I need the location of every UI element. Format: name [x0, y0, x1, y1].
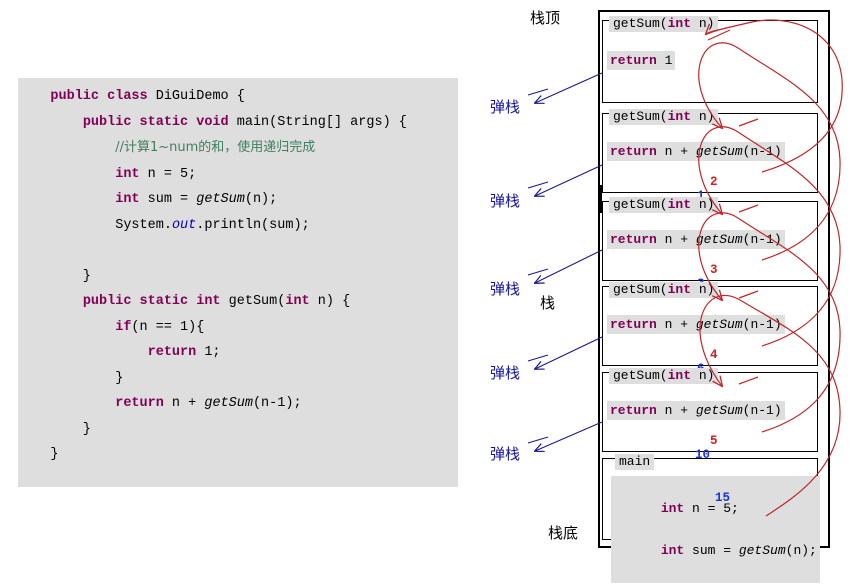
code-token: sum = [139, 192, 197, 207]
java-code-panel: public class DiGuiDemo { public static v… [18, 78, 458, 487]
code-token: .println(sum); [196, 217, 310, 233]
code-token: DiGuiDemo { [155, 89, 245, 104]
code-line: public class DiGuiDemo { [18, 84, 458, 110]
code-line: public static int getSum(int n) { [18, 289, 458, 315]
label-pop-3: 弹栈 [490, 280, 521, 298]
code-token: n = 5; [139, 166, 197, 182]
code-line: return n + getSum(n-1); [18, 391, 458, 417]
code-token: public static void [82, 114, 237, 130]
frame-header: getSum(int n) [609, 109, 719, 125]
code-token: System. [18, 217, 172, 233]
code-token: n) { [309, 294, 351, 309]
frame-header: getSum(int n) [609, 368, 719, 384]
frame-header: getSum(int n) [609, 197, 719, 213]
code-token: return [147, 345, 197, 360]
code-token: getSum( [228, 294, 286, 309]
code-line: int sum = getSum(n); [18, 187, 458, 213]
code-token: public static int [82, 294, 229, 309]
code-line: } [18, 366, 458, 392]
code-token: } [18, 370, 124, 386]
label-stack: 栈 [540, 294, 556, 312]
code-token: return [115, 396, 164, 411]
stack-frame-1: getSum(int n) return 1 [602, 16, 818, 103]
code-token: 1; [196, 345, 221, 360]
code-line: System.out.println(sum); [18, 213, 458, 239]
code-line: return 1; [18, 340, 458, 366]
label-stack-top: 栈顶 [530, 9, 561, 27]
label-pop-1: 弹栈 [490, 98, 521, 116]
frame-header: main [615, 454, 655, 470]
code-line: } [18, 417, 458, 443]
stack-frame-2: getSum(int n) return n + getSum(n-1) 2 1… [602, 109, 818, 217]
code-token: out [171, 217, 197, 233]
code-line: } [18, 264, 458, 290]
code-line: //计算1~num的和，使用递归完成 [18, 135, 458, 162]
code-token: (n == 1){ [131, 319, 205, 335]
code-token: (n); [244, 192, 278, 207]
code-line: int n = 5; [18, 162, 458, 188]
code-token: int [115, 166, 140, 182]
code-line: } [18, 442, 458, 468]
frame-annotations: 2 1 2 - 1 [607, 161, 817, 217]
code-token: //计算1~num的和，使用递归完成 [115, 140, 316, 155]
code-token: main(String[] args) { [236, 114, 407, 130]
annot-n: 4 [710, 348, 718, 362]
code-line: public static void main(String[] args) { [18, 110, 458, 136]
frame-body: return n + getSum(n-1) [607, 230, 785, 249]
frame-annotations: 5 10 5 - 1 [607, 420, 817, 476]
main-line-2: int sum = getSum(n); [660, 543, 817, 558]
code-token: } [18, 447, 59, 462]
code-token: int [115, 192, 140, 207]
frame-header: getSum(int n) [609, 16, 719, 32]
pop-arrows [527, 72, 603, 451]
frame-header: getSum(int n) [609, 282, 719, 298]
annot-n: 2 [710, 175, 718, 189]
code-token: } [18, 421, 91, 437]
code-token: public class [50, 89, 156, 104]
label-pop-4: 弹栈 [490, 364, 521, 382]
code-token: getSum [204, 396, 253, 411]
main-result-annotation: 15 [715, 491, 731, 505]
code-token: } [18, 268, 91, 284]
code-token: (n-1); [252, 396, 302, 411]
frame-body: return 1 [607, 51, 676, 70]
stack-frame-main: main int n = 5; int sum = getSum(n); 15 [602, 454, 820, 583]
frame-body: return n + getSum(n-1) [607, 142, 785, 161]
stack-frame-4: getSum(int n) return n + getSum(n-1) 4 6… [602, 282, 818, 390]
code-token: getSum [196, 192, 245, 207]
call-stack-diagram: 栈顶 栈 栈底 弹栈 弹栈 弹栈 弹栈 弹栈 getSum(int n) ret… [490, 0, 868, 583]
label-pop-5: 弹栈 [490, 445, 521, 463]
frame-annotations: 4 6 4 - 1 [607, 334, 817, 390]
frame-annotations: 3 3 3 - 1 [607, 249, 817, 305]
frame-body: return n + getSum(n-1) [607, 401, 785, 420]
annot-n: 3 [710, 263, 718, 277]
code-line: if(n == 1){ [18, 315, 458, 341]
code-token: if [115, 319, 132, 335]
stack-frame-5: getSum(int n) return n + getSum(n-1) 5 1… [602, 368, 818, 476]
label-pop-2: 弹栈 [490, 192, 521, 210]
annot-n: 5 [710, 434, 718, 448]
frame-body: return n + getSum(n-1) [607, 315, 785, 334]
code-token: n + [163, 396, 205, 411]
stack-frame-3: getSum(int n) return n + getSum(n-1) 3 3… [602, 197, 818, 305]
code-token: int [285, 294, 310, 309]
label-stack-bottom: 栈底 [548, 524, 579, 542]
